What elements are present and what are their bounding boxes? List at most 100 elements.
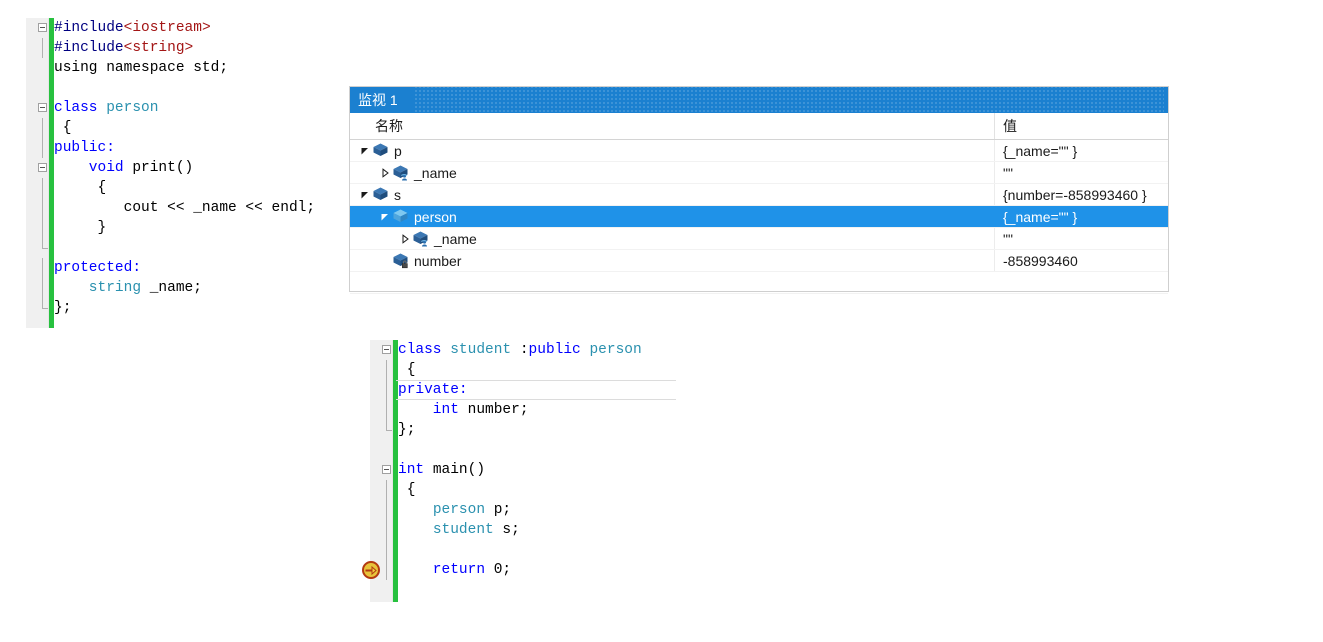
code-line[interactable]: student s;: [386, 520, 700, 540]
code-token: public: [528, 342, 590, 358]
watch-variable-value[interactable]: {_name="" }: [995, 140, 1168, 161]
code-line[interactable]: cout << _name << endl;: [42, 198, 356, 218]
watch-row[interactable]: p {_name="" }: [350, 140, 1168, 162]
code-token: {: [398, 362, 416, 378]
collapse-minus-icon[interactable]: [38, 23, 47, 32]
watch-variable-name: s: [394, 186, 401, 203]
watch-variable-value[interactable]: "": [995, 228, 1168, 249]
code-token: }: [54, 220, 107, 236]
watch-window[interactable]: 监视 1 名称 值 p {_name="" } _name "" s {number=-8…: [349, 86, 1169, 294]
code-line[interactable]: public:: [42, 138, 356, 158]
outline-guide-line: [42, 138, 43, 158]
code-token: using namespace std;: [54, 60, 229, 76]
code-line[interactable]: protected:: [42, 258, 356, 278]
object-icon: [372, 186, 389, 203]
code-token: return: [398, 562, 494, 578]
code-token: number;: [467, 402, 529, 418]
watch-row-name-cell[interactable]: _name: [350, 228, 995, 249]
code-line[interactable]: [386, 540, 700, 560]
code-token: print(): [132, 160, 194, 176]
watch-variable-value[interactable]: "": [995, 162, 1168, 183]
watch-row-name-cell[interactable]: p: [350, 140, 995, 161]
code-token: student: [432, 522, 494, 538]
outline-guide-end: [42, 298, 48, 309]
code-lines-top[interactable]: #include<iostream> #include<string> using …: [38, 18, 356, 328]
code-token: {: [54, 120, 72, 136]
code-token: person: [432, 502, 486, 518]
twisty-placeholder: [378, 250, 392, 271]
collapse-minus-icon[interactable]: [38, 163, 47, 172]
code-line[interactable]: [54, 78, 356, 98]
watch-empty-row[interactable]: [350, 272, 1168, 294]
watch-variable-name: person: [414, 208, 457, 225]
watch-row-name-cell[interactable]: person: [350, 206, 995, 227]
execution-pointer-icon: [362, 561, 380, 579]
outline-guide-line: [42, 218, 43, 238]
code-line[interactable]: string _name;: [42, 278, 356, 298]
watch-row[interactable]: s {number=-858993460 }: [350, 184, 1168, 206]
column-header-name[interactable]: 名称: [350, 113, 995, 139]
code-line[interactable]: #include<string>: [42, 38, 356, 58]
watch-row[interactable]: _name "": [350, 228, 1168, 250]
watch-variable-name: p: [394, 142, 402, 159]
code-line[interactable]: };: [386, 420, 700, 440]
watch-variable-value[interactable]: {number=-858993460 }: [995, 184, 1168, 205]
code-line[interactable]: person p;: [386, 500, 700, 520]
code-editor-person[interactable]: #include<iostream> #include<string> using …: [26, 18, 356, 328]
object-icon: [372, 142, 389, 159]
expand-arrow-right-icon[interactable]: [378, 162, 392, 183]
watch-row-name-cell[interactable]: number: [350, 250, 995, 271]
code-token: <string>: [123, 40, 194, 56]
collapse-minus-icon[interactable]: [382, 465, 391, 474]
column-header-value[interactable]: 值: [995, 113, 1168, 139]
code-token: protected:: [54, 260, 142, 276]
code-token: {: [398, 482, 416, 498]
watch-row[interactable]: number -858993460: [350, 250, 1168, 272]
code-line[interactable]: int main(): [382, 460, 700, 480]
collapse-minus-icon[interactable]: [382, 345, 391, 354]
expand-arrow-down-icon[interactable]: [358, 184, 372, 205]
code-lines-bottom[interactable]: class student :public person { private: i…: [362, 340, 700, 602]
code-line[interactable]: [42, 238, 356, 258]
outline-guide-end: [42, 238, 48, 249]
expand-arrow-down-icon[interactable]: [358, 140, 372, 161]
watch-row[interactable]: _name "": [350, 162, 1168, 184]
outline-guide-line: [42, 118, 43, 138]
code-line[interactable]: [398, 440, 700, 460]
watch-rows-container[interactable]: p {_name="" } _name "" s {number=-858993460 }…: [350, 140, 1168, 294]
code-editor-student-main[interactable]: class student :public person { private: i…: [362, 340, 700, 602]
expand-arrow-right-icon[interactable]: [398, 228, 412, 249]
code-token: _name;: [149, 280, 202, 296]
code-line[interactable]: class person: [38, 98, 356, 118]
code-line[interactable]: {: [42, 118, 356, 138]
code-token: :: [511, 342, 529, 358]
code-token: person: [589, 342, 642, 358]
watch-window-title-bar[interactable]: 监视 1: [350, 87, 1168, 113]
watch-row-name-cell[interactable]: s: [350, 184, 995, 205]
code-line[interactable]: {: [42, 178, 356, 198]
code-line[interactable]: private:: [386, 380, 700, 400]
watch-window-title: 监视 1: [358, 90, 408, 110]
code-line[interactable]: #include<iostream>: [38, 18, 356, 38]
code-token: p;: [485, 502, 512, 518]
watch-row[interactable]: person {_name="" }: [350, 206, 1168, 228]
outline-guide-line: [386, 500, 387, 520]
code-line[interactable]: };: [42, 298, 356, 318]
code-line[interactable]: }: [42, 218, 356, 238]
collapse-minus-icon[interactable]: [38, 103, 47, 112]
code-token: };: [54, 300, 72, 316]
code-line[interactable]: {: [386, 360, 700, 380]
code-line[interactable]: {: [386, 480, 700, 500]
code-line[interactable]: int number;: [386, 400, 700, 420]
expand-arrow-down-icon[interactable]: [378, 206, 392, 227]
watch-variable-value[interactable]: -858993460: [995, 250, 1168, 271]
code-line[interactable]: void print(): [38, 158, 356, 178]
watch-variable-value[interactable]: {_name="" }: [995, 206, 1168, 227]
code-token: main(): [432, 462, 486, 478]
code-line[interactable]: class student :public person: [382, 340, 700, 360]
code-line[interactable]: using namespace std;: [54, 58, 356, 78]
code-token: 0;: [493, 562, 512, 578]
watch-row-name-cell[interactable]: _name: [350, 162, 995, 183]
code-line[interactable]: return 0;: [362, 560, 700, 580]
